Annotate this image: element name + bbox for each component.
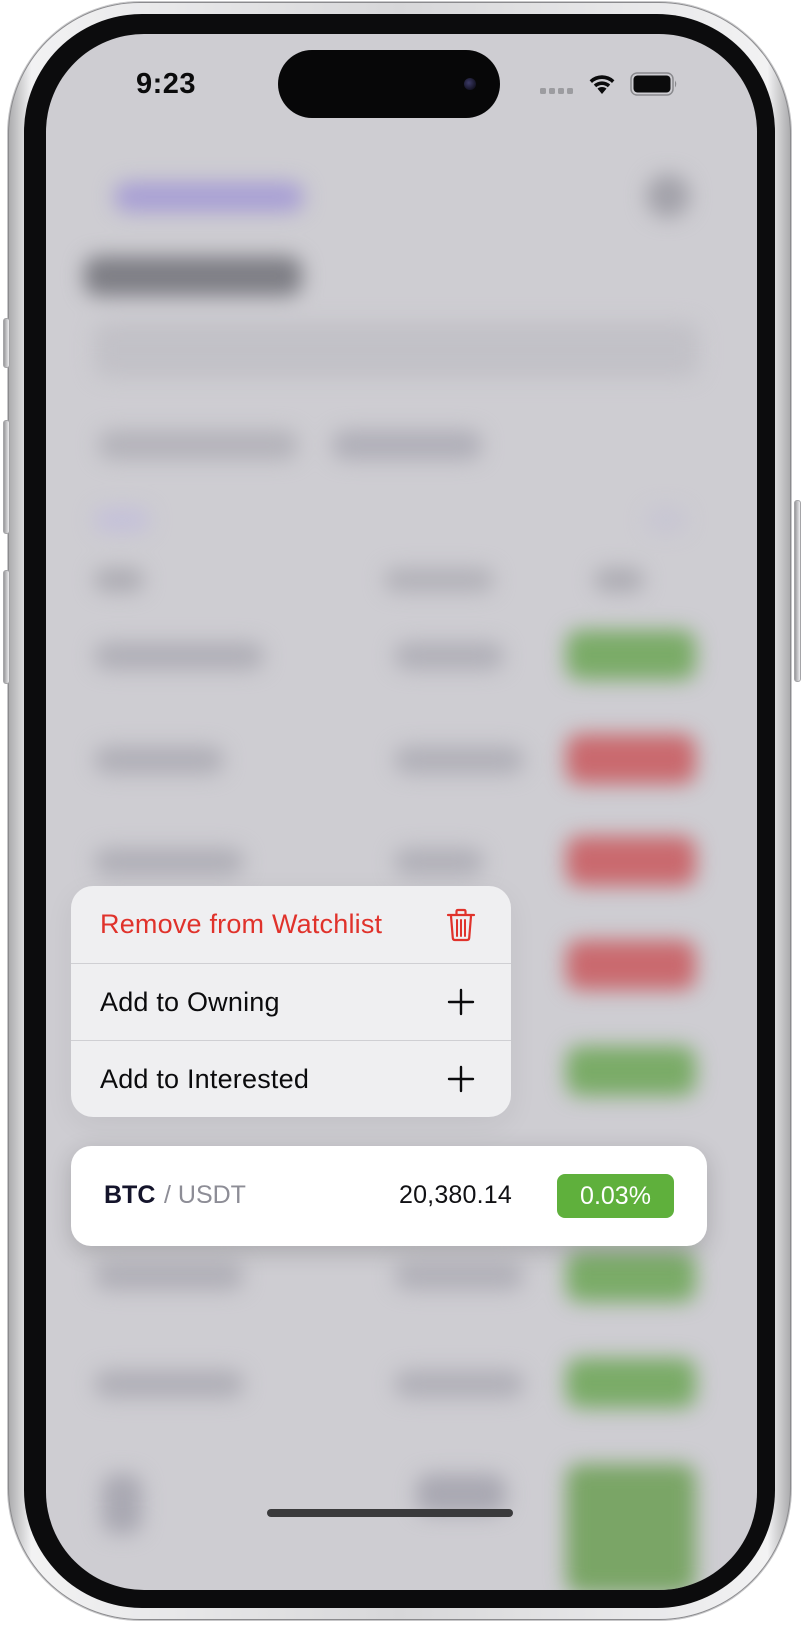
- blurred-row-price: [394, 1370, 524, 1398]
- blurred-header-change: [594, 568, 644, 592]
- blurred-row-price: [394, 848, 484, 876]
- home-indicator[interactable]: [267, 1509, 513, 1517]
- blurred-row-price: [394, 746, 524, 774]
- status-time: 9:23: [136, 68, 197, 100]
- wifi-icon: [589, 75, 615, 94]
- blurred-section-link: [94, 508, 150, 532]
- blurred-row-badge: [566, 630, 696, 680]
- volume-up-button: [3, 420, 10, 534]
- blurred-row-name: [102, 1474, 142, 1534]
- menu-item-label: Add to Interested: [100, 1063, 310, 1094]
- blurred-row-name: [94, 642, 264, 670]
- volume-down-button: [3, 570, 10, 684]
- blurred-filter-1: [98, 430, 298, 460]
- menu-item-remove-from-watchlist[interactable]: Remove from Watchlist: [71, 886, 511, 963]
- blurred-page-title: [84, 256, 302, 296]
- blurred-section-icon: [646, 508, 686, 532]
- change-badge: 0.03%: [557, 1174, 674, 1218]
- menu-item-add-to-owning[interactable]: Add to Owning: [71, 963, 511, 1040]
- menu-item-label: Add to Owning: [100, 986, 280, 1017]
- screen: 9:23 Remove from Watchlist Add to Owning: [46, 34, 757, 1590]
- blurred-row-name: [94, 1370, 244, 1398]
- preview-market-row[interactable]: BTC / USDT 20,380.14 0.03%: [71, 1146, 707, 1246]
- cellular-signal-icon: [540, 88, 573, 94]
- context-menu: Remove from Watchlist Add to Owning Add …: [71, 886, 511, 1117]
- blurred-row-name: [94, 1262, 244, 1290]
- power-button: [794, 500, 801, 682]
- blurred-avatar-icon: [646, 174, 690, 218]
- plus-icon: [447, 988, 475, 1016]
- blurred-row-badge: [566, 940, 696, 990]
- trash-icon: [446, 908, 476, 941]
- blurred-row-price: [416, 1474, 506, 1514]
- menu-item-add-to-interested[interactable]: Add to Interested: [71, 1040, 511, 1117]
- plus-icon: [447, 1065, 475, 1093]
- blurred-header-price: [384, 568, 494, 592]
- action-button: [3, 318, 10, 368]
- pair-quote-symbol: / USDT: [164, 1181, 246, 1209]
- blurred-row-price: [394, 642, 504, 670]
- price-value: 20,380.14: [398, 1181, 512, 1209]
- blurred-header-name: [94, 568, 144, 592]
- blurred-row-badge: [566, 1358, 696, 1408]
- blurred-row-badge: [566, 1046, 696, 1096]
- blurred-filter-2: [332, 430, 482, 460]
- blurred-background: [46, 34, 757, 1590]
- blurred-search-field: [94, 322, 699, 378]
- camera-icon: [464, 78, 476, 90]
- blurred-row-name: [94, 848, 244, 876]
- blurred-row-price: [394, 1262, 524, 1290]
- blurred-row-badge: [566, 1252, 696, 1302]
- blurred-row-badge: [566, 734, 696, 784]
- pair-base-symbol: BTC: [104, 1181, 156, 1209]
- battery-icon: [630, 72, 677, 96]
- dynamic-island: [278, 50, 500, 118]
- blurred-row-badge: [566, 1464, 696, 1590]
- blurred-row-name: [94, 746, 224, 774]
- menu-item-label: Remove from Watchlist: [100, 909, 383, 939]
- blurred-nav-link: [114, 182, 304, 212]
- blurred-row-badge: [566, 836, 696, 886]
